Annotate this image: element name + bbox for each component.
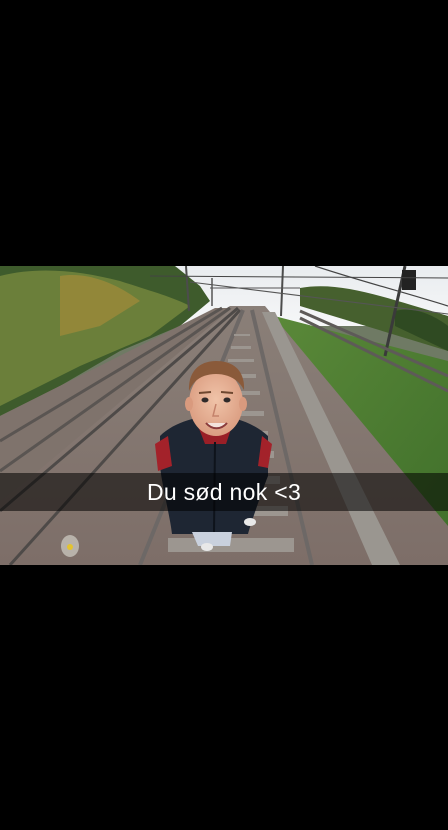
caption-bar[interactable]: Du sød nok <3 [0, 473, 448, 511]
snap-photo [0, 266, 448, 565]
caption-text: Du sød nok <3 [146, 479, 302, 505]
railway-photo-illustration [0, 266, 448, 565]
snap-viewer[interactable]: Du sød nok <3 [0, 0, 448, 830]
